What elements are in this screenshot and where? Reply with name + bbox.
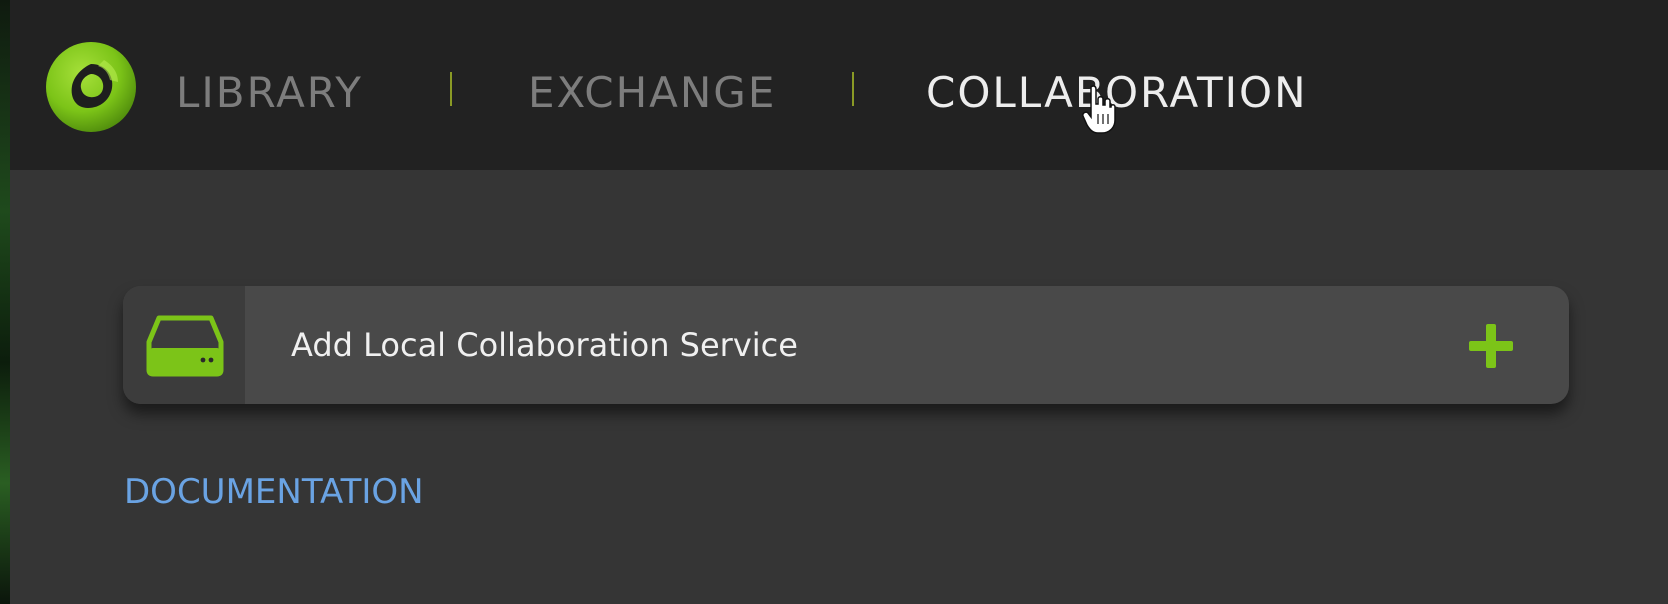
tab-divider [450,72,452,106]
app-window: LIBRARY EXCHANGE COLLABORATION Add Local… [10,0,1668,604]
tab-library[interactable]: LIBRARY [176,66,363,120]
drive-icon [146,315,224,377]
documentation-link[interactable]: DOCUMENTATION [124,470,424,514]
app-logo-icon [46,42,136,132]
tab-divider [852,72,854,106]
service-icon-well [123,286,245,404]
tab-exchange[interactable]: EXCHANGE [528,66,776,120]
add-local-collaboration-service-card[interactable]: Add Local Collaboration Service [123,286,1569,404]
service-label: Add Local Collaboration Service [291,326,798,364]
tab-collaboration[interactable]: COLLABORATION [926,66,1307,120]
top-nav-bar: LIBRARY EXCHANGE COLLABORATION [10,0,1668,170]
hand-cursor-icon [1082,85,1116,134]
plus-icon[interactable] [1469,324,1513,368]
